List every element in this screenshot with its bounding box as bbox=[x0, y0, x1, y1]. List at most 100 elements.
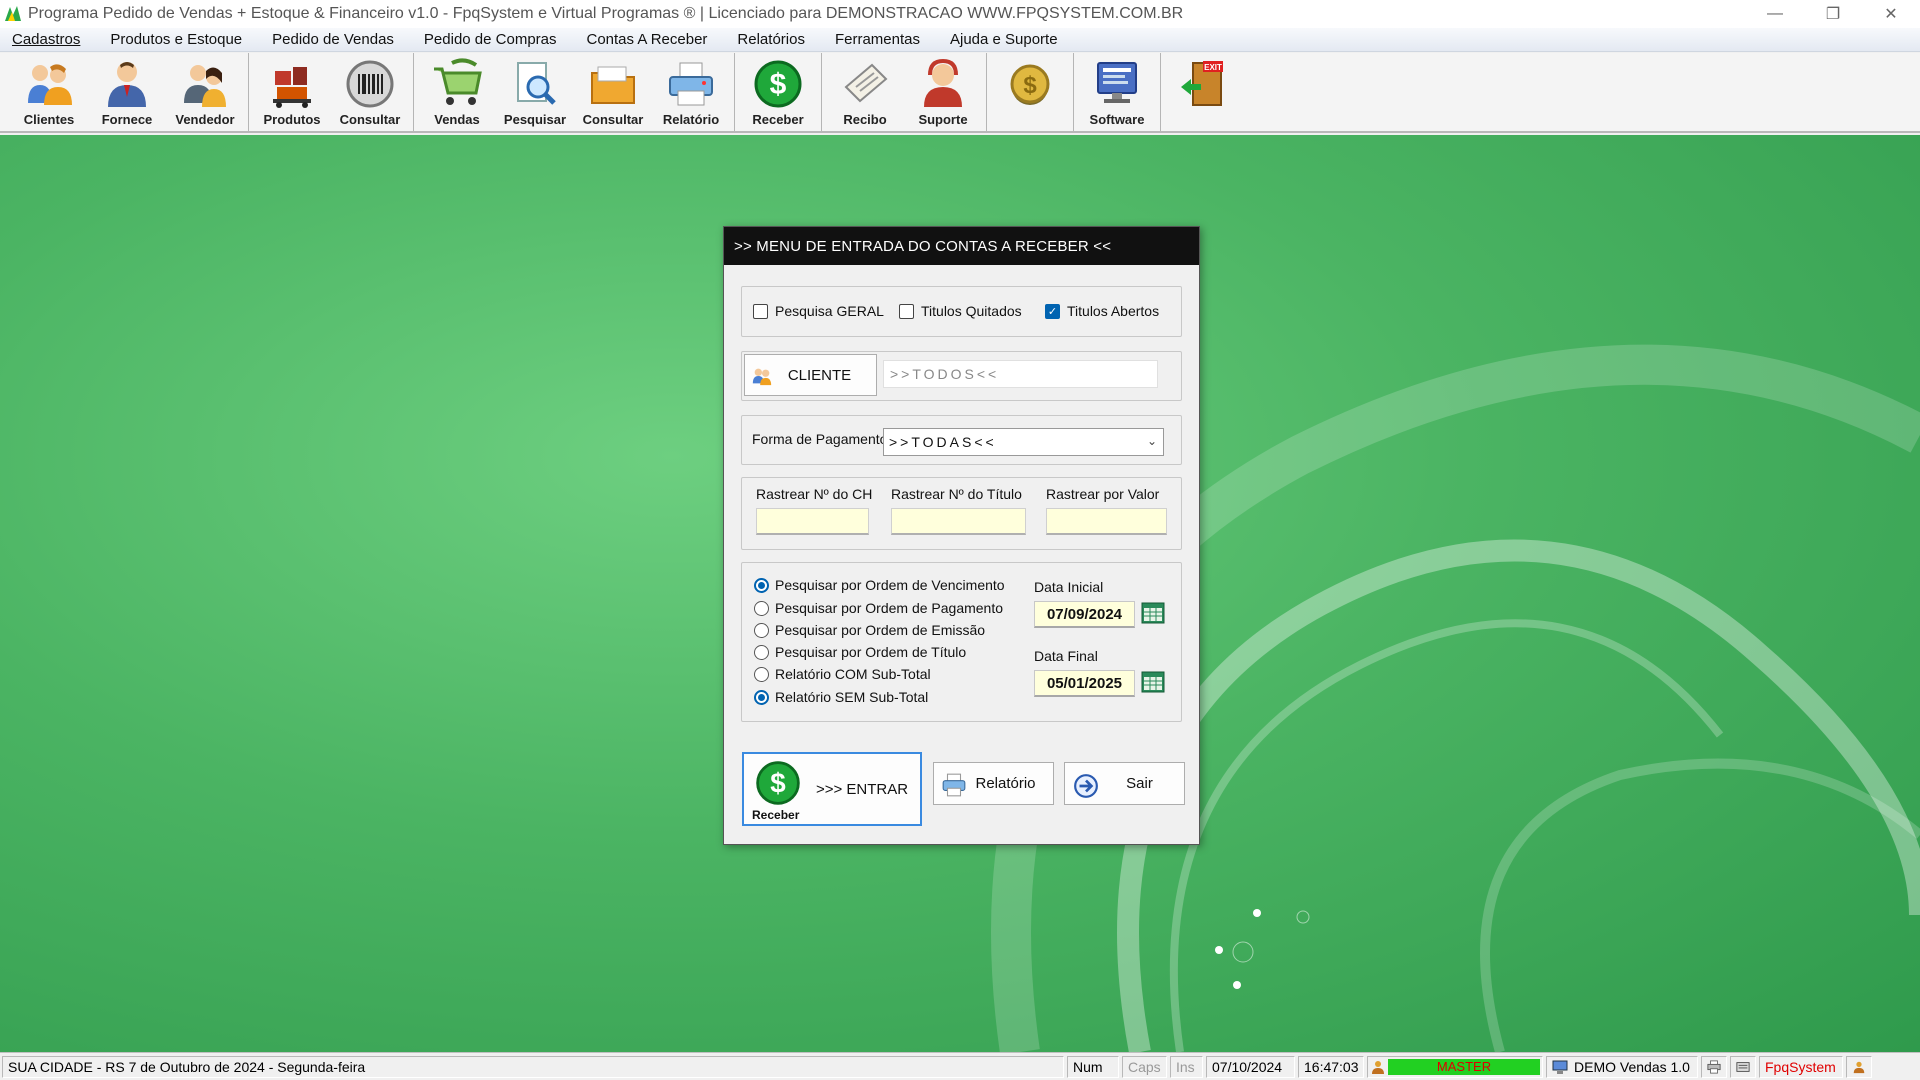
toolbar-fornece-button[interactable]: Fornece bbox=[88, 53, 166, 131]
rastrear-titulo-label: Rastrear Nº do Título bbox=[891, 486, 1022, 502]
toolbar-recibo-button[interactable]: Recibo bbox=[826, 53, 904, 131]
radio-dot bbox=[754, 600, 769, 616]
relatorio-button[interactable]: Relatório bbox=[933, 762, 1054, 805]
calendar-icon[interactable] bbox=[1141, 670, 1165, 694]
radio-dot bbox=[754, 666, 769, 682]
menu-ajuda-suporte[interactable]: Ajuda e Suporte bbox=[938, 31, 1070, 48]
menu-relatorios[interactable]: Relatórios bbox=[725, 31, 817, 48]
data-inicial-field[interactable]: 07/09/2024 bbox=[1034, 601, 1135, 628]
menu-cadastros[interactable]: Cadastros bbox=[0, 31, 92, 48]
restore-button[interactable]: ❐ bbox=[1804, 0, 1862, 28]
status-time: 16:47:03 bbox=[1298, 1055, 1364, 1078]
fornecedor-icon bbox=[108, 62, 146, 107]
arrow-right-circle-icon bbox=[1074, 774, 1098, 798]
receipt-icon bbox=[844, 63, 888, 103]
printer-icon bbox=[1707, 1059, 1721, 1074]
forma-pagamento-panel: Forma de Pagamento >>TODAS<< ⌄ bbox=[741, 415, 1182, 465]
toolbar-pesquisar-button[interactable]: Pesquisar bbox=[496, 53, 574, 131]
close-button[interactable]: ✕ bbox=[1862, 0, 1920, 28]
toolbar: Clientes Fornece Vendedor Produtos Consu… bbox=[0, 53, 1920, 133]
status-keyboard-icon[interactable] bbox=[1730, 1055, 1756, 1078]
status-num: Num bbox=[1067, 1055, 1119, 1078]
calendar-icon[interactable] bbox=[1141, 601, 1165, 625]
menu-produtos-estoque[interactable]: Produtos e Estoque bbox=[98, 31, 254, 48]
computer-icon bbox=[1552, 1060, 1568, 1074]
status-brand: FpqSystem bbox=[1759, 1055, 1843, 1078]
menu-pedido-vendas[interactable]: Pedido de Vendas bbox=[260, 31, 406, 48]
sair-button[interactable]: Sair bbox=[1064, 762, 1185, 805]
ordem-data-panel: Pesquisar por Ordem de Vencimento Pesqui… bbox=[741, 562, 1182, 722]
menu-bar: Cadastros Produtos e Estoque Pedido de V… bbox=[0, 28, 1920, 52]
toolbar-vendas-button[interactable]: Vendas bbox=[418, 53, 496, 131]
rastrear-panel: Rastrear Nº do CH Rastrear Nº do Título … bbox=[741, 477, 1182, 550]
cliente-icon bbox=[752, 368, 772, 386]
contas-receber-dialog: >> MENU DE ENTRADA DO CONTAS A RECEBER <… bbox=[723, 226, 1200, 845]
vendedor-icon bbox=[184, 65, 226, 107]
status-print-icon[interactable] bbox=[1701, 1055, 1727, 1078]
toolbar-suporte-button[interactable]: Suporte bbox=[904, 53, 982, 131]
radio-dot bbox=[754, 577, 769, 593]
minimize-button[interactable]: — bbox=[1746, 0, 1804, 28]
status-ins: Ins bbox=[1170, 1055, 1203, 1078]
rastrear-valor-label: Rastrear por Valor bbox=[1046, 486, 1160, 502]
clientes-icon bbox=[28, 64, 72, 105]
data-final-field[interactable]: 05/01/2025 bbox=[1034, 670, 1135, 697]
menu-ferramentas[interactable]: Ferramentas bbox=[823, 31, 932, 48]
search-document-icon bbox=[517, 62, 556, 105]
radio-dot bbox=[754, 622, 769, 638]
cliente-button[interactable]: CLIENTE bbox=[744, 354, 877, 396]
menu-pedido-compras[interactable]: Pedido de Compras bbox=[412, 31, 569, 48]
toolbar-exit-button[interactable]: EXIT bbox=[1165, 53, 1243, 131]
cliente-field[interactable]: >>TODOS<< bbox=[883, 360, 1158, 388]
toolbar-produtos-button[interactable]: Produtos bbox=[253, 53, 331, 131]
printer-icon bbox=[942, 773, 966, 797]
radio-relatorio-com-subtotal[interactable]: Relatório COM Sub-Total bbox=[754, 666, 931, 682]
app-logo-icon bbox=[5, 6, 21, 21]
toolbar-consultar-barcode-button[interactable]: Consultar bbox=[331, 53, 409, 131]
toolbar-consultar-button[interactable]: Consultar bbox=[574, 53, 652, 131]
forma-pagamento-select[interactable]: >>TODAS<< ⌄ bbox=[883, 428, 1164, 456]
checkbox-box bbox=[753, 303, 768, 319]
dollar-coin-icon: $ bbox=[756, 761, 800, 805]
toolbar-coin-button[interactable]: $ bbox=[991, 53, 1069, 131]
rastrear-ch-input[interactable] bbox=[756, 508, 869, 535]
radio-ordem-titulo[interactable]: Pesquisar por Ordem de Título bbox=[754, 644, 966, 660]
filter-checkbox-panel: Pesquisa GERAL Titulos Quitados ✓ Titulo… bbox=[741, 286, 1182, 337]
user-icon bbox=[1853, 1061, 1865, 1073]
pesquisa-geral-checkbox[interactable]: Pesquisa GERAL bbox=[753, 303, 884, 319]
keyboard-icon bbox=[1736, 1061, 1750, 1072]
toolbar-relatorio-button[interactable]: Relatório bbox=[652, 53, 730, 131]
svg-text:$: $ bbox=[1023, 72, 1037, 99]
status-demo: DEMO Vendas 1.0 bbox=[1546, 1055, 1698, 1078]
radio-relatorio-sem-subtotal[interactable]: Relatório SEM Sub-Total bbox=[754, 689, 928, 705]
radio-ordem-vencimento[interactable]: Pesquisar por Ordem de Vencimento bbox=[754, 577, 1005, 593]
toolbar-vendedor-button[interactable]: Vendedor bbox=[166, 53, 244, 131]
dollar-coin-icon: $ bbox=[754, 60, 802, 108]
receber-caption: Receber bbox=[752, 808, 800, 822]
status-user: MASTER bbox=[1367, 1055, 1543, 1078]
forma-pagamento-label: Forma de Pagamento bbox=[752, 431, 888, 447]
radio-ordem-pagamento[interactable]: Pesquisar por Ordem de Pagamento bbox=[754, 600, 1003, 616]
menu-contas-receber[interactable]: Contas A Receber bbox=[575, 31, 720, 48]
svg-text:EXIT: EXIT bbox=[1204, 63, 1222, 72]
rastrear-titulo-input[interactable] bbox=[891, 508, 1026, 535]
data-inicial-label: Data Inicial bbox=[1034, 579, 1104, 595]
toolbar-clientes-button[interactable]: Clientes bbox=[10, 53, 88, 131]
titulos-quitados-checkbox[interactable]: Titulos Quitados bbox=[899, 303, 1022, 319]
radio-ordem-emissao[interactable]: Pesquisar por Ordem de Emissão bbox=[754, 622, 985, 638]
cliente-panel: CLIENTE >>TODOS<< bbox=[741, 351, 1182, 401]
checkbox-box bbox=[899, 303, 914, 319]
titulos-abertos-checkbox[interactable]: ✓ Titulos Abertos bbox=[1045, 303, 1159, 319]
folder-icon bbox=[591, 66, 635, 104]
status-location: SUA CIDADE - RS 7 de Outubro de 2024 - S… bbox=[2, 1055, 1064, 1078]
produtos-icon bbox=[273, 67, 311, 108]
entrar-receber-button[interactable]: $ Receber >>> ENTRAR bbox=[742, 752, 922, 826]
title-bar: Programa Pedido de Vendas + Estoque & Fi… bbox=[0, 0, 1920, 28]
dialog-title: >> MENU DE ENTRADA DO CONTAS A RECEBER <… bbox=[724, 227, 1199, 265]
toolbar-software-button[interactable]: Software bbox=[1078, 53, 1156, 131]
data-final-label: Data Final bbox=[1034, 648, 1098, 664]
support-agent-icon bbox=[924, 58, 962, 107]
rastrear-ch-label: Rastrear Nº do CH bbox=[756, 486, 873, 502]
rastrear-valor-input[interactable] bbox=[1046, 508, 1167, 535]
toolbar-receber-button[interactable]: $ Receber bbox=[739, 53, 817, 131]
